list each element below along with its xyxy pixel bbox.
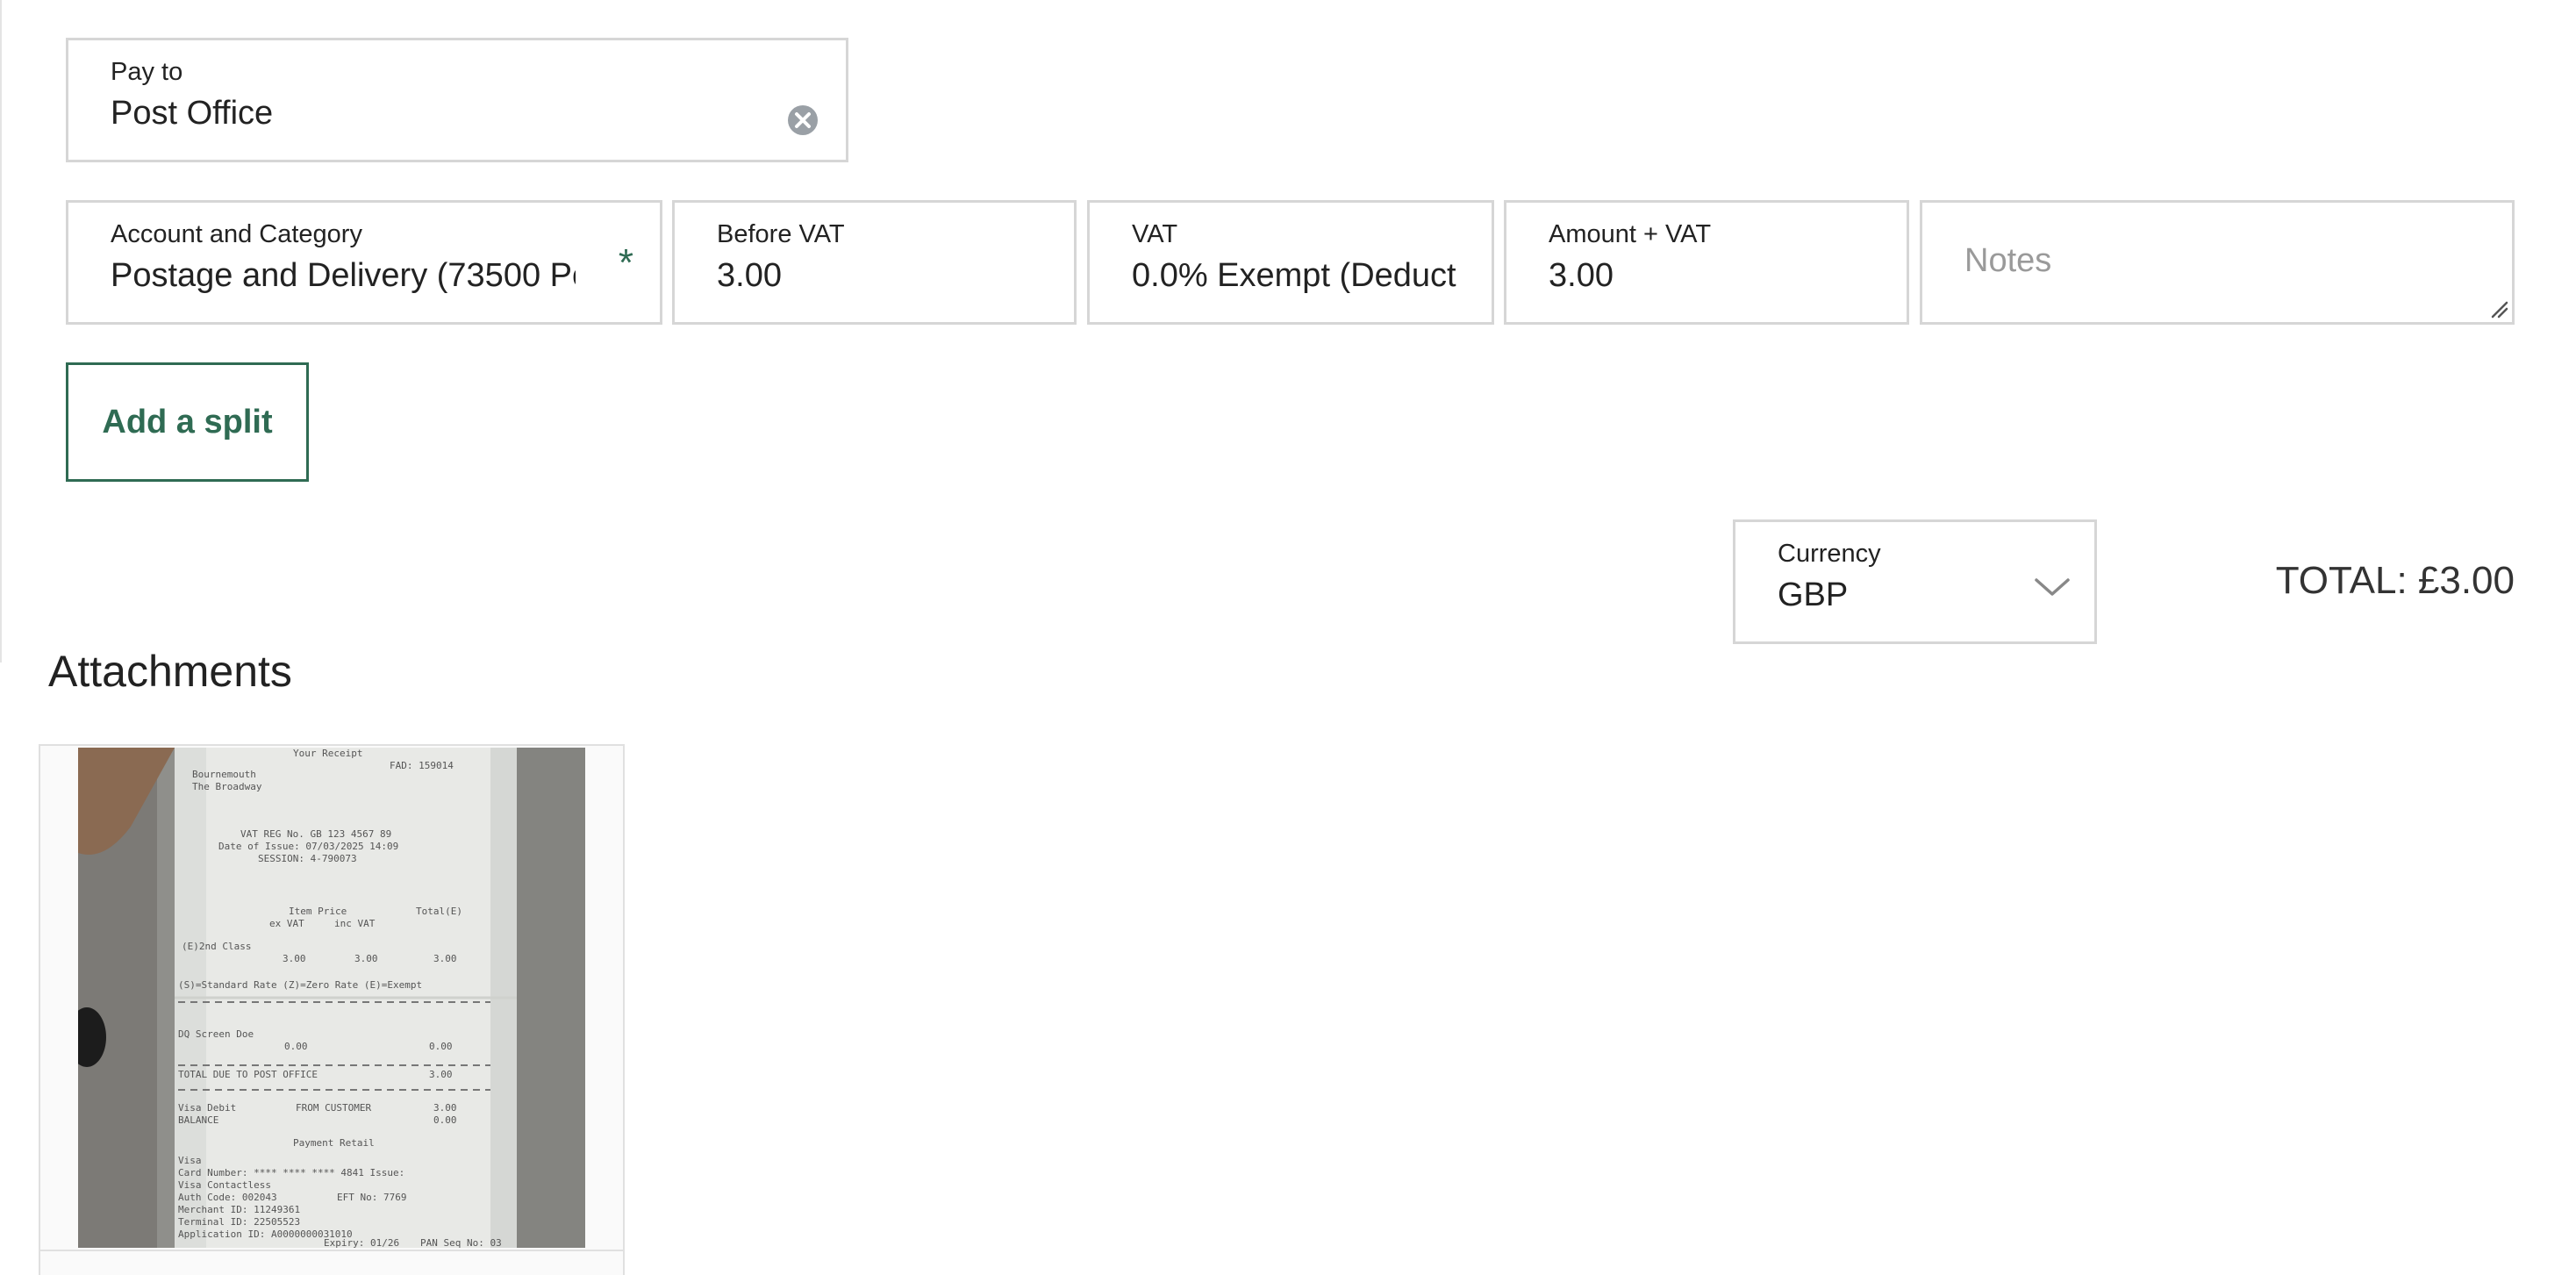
before-vat-label: Before VAT (717, 220, 845, 248)
svg-text:TOTAL DUE TO POST OFFICE: TOTAL DUE TO POST OFFICE (178, 1069, 318, 1080)
svg-text:SESSION: 4-790073: SESSION: 4-790073 (258, 853, 357, 864)
svg-text:inc VAT: inc VAT (334, 918, 376, 929)
notes-textarea[interactable]: Notes (1920, 200, 2515, 325)
svg-text:Terminal ID: 22505523: Terminal ID: 22505523 (178, 1216, 300, 1228)
svg-text:DQ Screen Doe: DQ Screen Doe (178, 1028, 254, 1040)
svg-text:3.00: 3.00 (283, 953, 306, 964)
svg-text:Visa Contactless: Visa Contactless (178, 1179, 271, 1191)
expense-form-page: Pay to Post Office Account and Category … (0, 0, 2576, 1275)
svg-text:Total(E): Total(E) (416, 906, 462, 917)
svg-text:FAD: 159014: FAD: 159014 (390, 760, 454, 771)
total-amount: TOTAL: £3.00 (2275, 559, 2515, 602)
pay-to-value[interactable]: Post Office (111, 95, 749, 133)
attachment-card[interactable]: Your Receipt FAD: 159014 Bournemouth The… (39, 744, 625, 1275)
vat-label: VAT (1132, 220, 1178, 248)
currency-value[interactable]: GBP (1778, 577, 1848, 614)
notes-placeholder: Notes (1964, 242, 2052, 279)
svg-text:Auth Code: 002043: Auth Code: 002043 (178, 1192, 277, 1203)
svg-text:FROM CUSTOMER: FROM CUSTOMER (296, 1102, 371, 1114)
account-category-value[interactable]: Postage and Delivery (73500 Po (111, 257, 576, 295)
svg-text:3.00: 3.00 (433, 1102, 457, 1114)
currency-select[interactable]: Currency GBP (1733, 519, 2097, 644)
receipt-thumbnail[interactable]: Your Receipt FAD: 159014 Bournemouth The… (78, 748, 585, 1248)
account-category-label: Account and Category (111, 220, 362, 248)
svg-text:3.00: 3.00 (429, 1069, 453, 1080)
svg-text:VAT REG No. GB 123 4567 89: VAT REG No. GB 123 4567 89 (240, 828, 391, 840)
svg-text:Visa Debit: Visa Debit (178, 1102, 236, 1114)
svg-text:0.00: 0.00 (429, 1041, 453, 1052)
currency-label: Currency (1778, 540, 1881, 568)
svg-text:Payment Retail: Payment Retail (293, 1137, 375, 1149)
svg-text:Visa: Visa (178, 1155, 202, 1166)
vat-select[interactable]: VAT 0.0% Exempt (Deduct (1087, 200, 1494, 325)
svg-text:3.00: 3.00 (354, 953, 378, 964)
clear-circle-icon[interactable] (786, 104, 819, 137)
svg-text:Expiry: 01/26: Expiry: 01/26 (324, 1237, 399, 1248)
panel-divider (0, 0, 2, 663)
vat-value[interactable]: 0.0% Exempt (Deduct (1132, 257, 1456, 295)
svg-text:Merchant ID: 11249361: Merchant ID: 11249361 (178, 1204, 300, 1215)
attachment-card-divider (40, 1250, 623, 1251)
chevron-down-icon[interactable] (2033, 575, 2072, 599)
pay-to-label: Pay to (111, 58, 183, 86)
svg-text:3.00: 3.00 (433, 953, 457, 964)
svg-text:EFT No: 7769: EFT No: 7769 (337, 1192, 406, 1203)
pay-to-field[interactable]: Pay to Post Office (66, 38, 848, 162)
svg-text:BALANCE: BALANCE (178, 1114, 218, 1126)
svg-text:Date of Issue: 07/03/2025 14:0: Date of Issue: 07/03/2025 14:09 (218, 841, 398, 852)
amount-vat-label: Amount + VAT (1549, 220, 1712, 248)
attachments-heading: Attachments (48, 647, 292, 696)
account-category-select[interactable]: Account and Category Postage and Deliver… (66, 200, 662, 325)
amount-vat-field[interactable]: Amount + VAT 3.00 (1504, 200, 1909, 325)
svg-text:The Broadway: The Broadway (192, 781, 262, 792)
svg-text:(S)=Standard Rate (Z)=Zero Rat: (S)=Standard Rate (Z)=Zero Rate (E)=Exem… (178, 979, 422, 991)
svg-text:0.00: 0.00 (284, 1041, 308, 1052)
svg-text:ex VAT: ex VAT (269, 918, 304, 929)
resize-grip-icon[interactable] (2489, 299, 2508, 319)
amount-vat-value[interactable]: 3.00 (1549, 257, 1614, 295)
svg-text:Card Number: **** **** **** 48: Card Number: **** **** **** 4841 Issue: (178, 1167, 404, 1178)
svg-text:Bournemouth: Bournemouth (192, 769, 256, 780)
before-vat-field[interactable]: Before VAT 3.00 (672, 200, 1077, 325)
svg-text:(E)2nd Class: (E)2nd Class (182, 941, 251, 952)
required-asterisk: * (618, 241, 633, 284)
add-split-button[interactable]: Add a split (66, 362, 309, 482)
svg-text:0.00: 0.00 (433, 1114, 457, 1126)
svg-text:PAN Seq No: 03: PAN Seq No: 03 (420, 1237, 502, 1248)
before-vat-value[interactable]: 3.00 (717, 257, 782, 295)
svg-text:Your Receipt: Your Receipt (293, 748, 362, 759)
svg-text:Item Price: Item Price (289, 906, 347, 917)
